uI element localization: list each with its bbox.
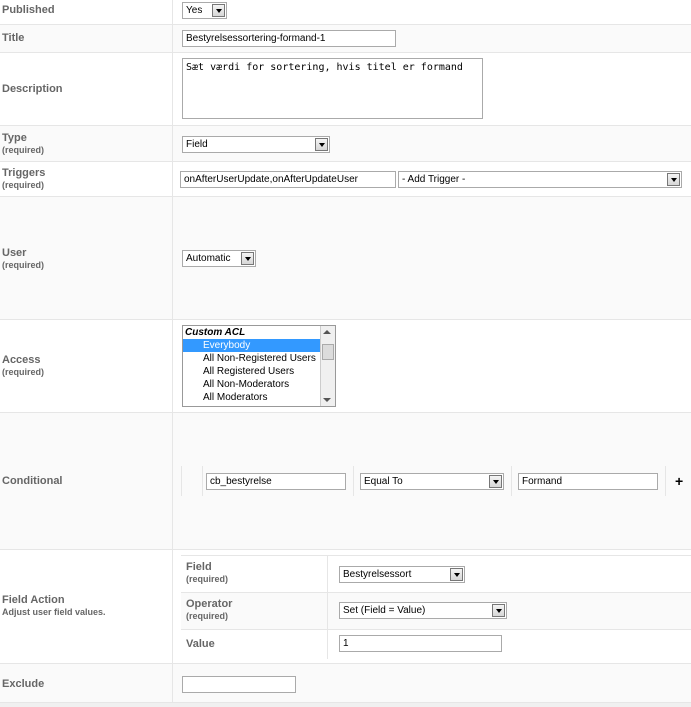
access-option[interactable]: All Moderators (183, 391, 335, 404)
exclude-label: Exclude (2, 678, 45, 690)
field-action-field-row: Field (required) Bestyrelsessort (181, 555, 691, 592)
description-textarea[interactable]: Sæt værdi for sortering, hvis titel er f… (182, 58, 483, 119)
published-value: Yes (186, 5, 203, 16)
field-action-field-required: (required) (186, 574, 229, 584)
add-condition-icon[interactable]: + (675, 473, 683, 489)
triggers-input[interactable]: onAfterUserUpdate,onAfterUpdateUser (180, 171, 396, 188)
label-cell: Title (0, 25, 173, 52)
divider (202, 466, 203, 496)
access-option[interactable]: All Registered Users (183, 365, 335, 378)
chevron-down-icon (492, 604, 505, 617)
chevron-down-icon (241, 252, 254, 265)
label-cell: Conditional (0, 413, 173, 549)
field-action-operator-select[interactable]: Set (Field = Value) (339, 602, 507, 619)
label-cell: Triggers (required) (0, 162, 173, 196)
field-action-field-label: Field (186, 561, 212, 573)
field-action-value-label: Value (186, 638, 215, 650)
chevron-down-icon (315, 138, 328, 151)
exclude-input[interactable] (182, 676, 296, 693)
chevron-down-icon (489, 475, 502, 488)
row-type: Type (required) Field (0, 126, 691, 162)
footer-strip (0, 703, 691, 707)
scroll-down-icon[interactable] (323, 398, 331, 402)
type-required: (required) (2, 145, 45, 155)
row-access: Access (required) Custom ACL Everybody Al… (0, 320, 691, 413)
row-title: Title Bestyrelsessortering-formand-1 (0, 25, 691, 53)
user-select[interactable]: Automatic (182, 250, 256, 267)
published-select[interactable]: Yes (182, 2, 227, 19)
row-published: Published Yes (0, 0, 691, 25)
field-action-field-select[interactable]: Bestyrelsessort (339, 566, 465, 583)
chevron-down-icon (450, 568, 463, 581)
field-action-field-value: Bestyrelsessort (343, 569, 412, 580)
access-listbox[interactable]: Custom ACL Everybody All Non-Registered … (182, 325, 336, 407)
label-cell: Published (0, 0, 173, 24)
access-scrollbar[interactable] (320, 326, 335, 406)
label-cell: Access (required) (0, 320, 173, 412)
access-label: Access (2, 354, 41, 366)
conditional-field-input[interactable]: cb_bestyrelse (206, 473, 346, 490)
divider (353, 466, 354, 496)
divider (511, 466, 512, 496)
sub-label-cell: Value (181, 630, 328, 659)
field-action-operator-row: Operator (required) Set (Field = Value) (181, 592, 691, 629)
triggers-label: Triggers (2, 167, 46, 179)
field-action-operator-value: Set (Field = Value) (343, 605, 426, 616)
access-option[interactable]: All Non-Registered Users (183, 352, 335, 365)
access-required: (required) (2, 367, 45, 377)
scroll-thumb[interactable] (322, 344, 334, 360)
row-user: User (required) Automatic (0, 197, 691, 320)
conditional-label: Conditional (2, 475, 63, 487)
user-label: User (2, 247, 27, 259)
access-group-label: Custom ACL (185, 327, 246, 338)
conditional-operator-value: Equal To (364, 476, 403, 487)
published-label: Published (2, 4, 55, 16)
row-exclude: Exclude (0, 664, 691, 703)
divider (665, 466, 666, 496)
field-action-value-row: Value 1 (181, 629, 691, 659)
scroll-up-icon[interactable] (323, 330, 331, 334)
chevron-down-icon (212, 4, 225, 17)
type-value: Field (186, 139, 208, 150)
title-label: Title (2, 32, 25, 44)
user-required: (required) (2, 260, 45, 270)
label-cell: Description (0, 53, 173, 125)
label-cell: Type (required) (0, 126, 173, 161)
add-trigger-select[interactable]: - Add Trigger - (398, 171, 682, 188)
label-cell: User (required) (0, 197, 173, 319)
sub-label-cell: Field (required) (181, 556, 328, 592)
field-action-operator-label: Operator (186, 598, 233, 610)
label-cell: Exclude (0, 664, 173, 702)
conditional-value-input[interactable]: Formand (518, 473, 658, 490)
type-select[interactable]: Field (182, 136, 330, 153)
field-action-description: Adjust user field values. (2, 607, 106, 617)
sub-label-cell: Operator (required) (181, 593, 328, 629)
field-action-operator-required: (required) (186, 611, 229, 621)
user-value: Automatic (186, 253, 231, 264)
label-cell: Field Action Adjust user field values. (0, 550, 173, 663)
triggers-required: (required) (2, 180, 45, 190)
access-option[interactable]: All Non-Moderators (183, 378, 335, 391)
row-description: Description Sæt værdi for sortering, hvi… (0, 53, 691, 126)
type-label: Type (2, 132, 27, 144)
description-label: Description (2, 83, 63, 95)
field-action-label: Field Action (2, 594, 65, 606)
title-input[interactable]: Bestyrelsessortering-formand-1 (182, 30, 396, 47)
add-trigger-value: - Add Trigger - (402, 174, 466, 185)
chevron-down-icon (667, 173, 680, 186)
access-option[interactable]: Everybody (183, 339, 335, 352)
field-action-value-input[interactable]: 1 (339, 635, 502, 652)
conditional-operator-select[interactable]: Equal To (360, 473, 504, 490)
row-triggers: Triggers (required) onAfterUserUpdate,onA… (0, 162, 691, 197)
